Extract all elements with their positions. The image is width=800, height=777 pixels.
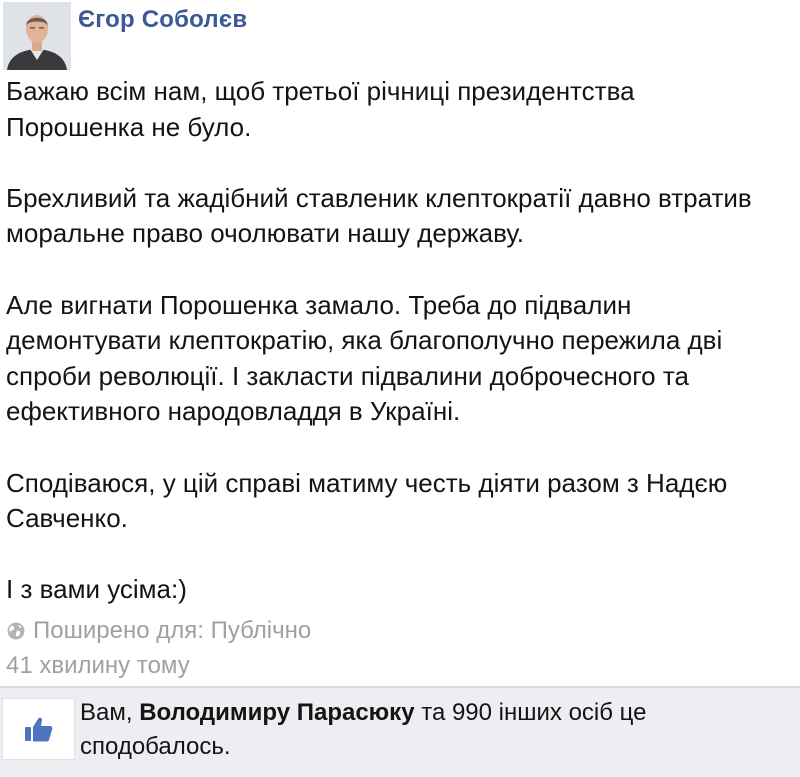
post-timestamp[interactable]: 41 хвилину тому xyxy=(6,649,796,683)
likes-line: Вам, Володимиру Парасюку та 990 інших ос… xyxy=(80,696,780,730)
text-line: моральне право очолювати нашу державу. xyxy=(6,218,524,249)
text-line: Але вигнати Порошенка замало. Треба до п… xyxy=(6,289,632,320)
text-line: І з вами усіма:) xyxy=(6,574,187,605)
likes-prefix: Вам, xyxy=(80,699,140,726)
text-line: Сподіваюся, у цій справі матиму честь ді… xyxy=(6,467,728,498)
privacy-setting[interactable]: Поширено для: Публічно xyxy=(6,614,796,648)
likes-bar: Вам, Володимиру Парасюку та 990 інших ос… xyxy=(0,688,800,777)
post-paragraph: І з вами усіма:) xyxy=(6,572,798,608)
likes-suffix: та 990 інших осіб це xyxy=(414,699,647,726)
avatar-portrait xyxy=(3,2,71,70)
text-line: демонтувати клептократію, яка благополуч… xyxy=(6,325,723,356)
likes-summary[interactable]: Вам, Володимиру Парасюку та 990 інших ос… xyxy=(80,696,780,764)
author-avatar[interactable] xyxy=(3,2,71,70)
facebook-post: Єгор Соболєв Бажаю всім нам, щоб третьої… xyxy=(0,0,800,777)
author-name[interactable]: Єгор Соболєв xyxy=(78,6,247,34)
thumbs-up-icon xyxy=(25,717,53,742)
post-paragraph: Бажаю всім нам, щоб третьої річниці през… xyxy=(6,74,798,145)
post-paragraph: Брехливий та жадібний ставленик клептокр… xyxy=(6,181,798,252)
post-paragraph: Сподіваюся, у цій справі матиму честь ді… xyxy=(6,466,798,537)
like-button[interactable] xyxy=(2,698,75,760)
globe-icon xyxy=(7,622,25,640)
text-line: Порошенка не було. xyxy=(6,111,252,142)
privacy-label: Поширено для: Публічно xyxy=(33,617,312,644)
text-line: Брехливий та жадібний ставленик клептокр… xyxy=(6,182,752,213)
text-line: ефективного народовладдя в Україні. xyxy=(6,396,461,427)
likes-line: сподобалось. xyxy=(80,733,231,760)
post-meta: Поширено для: Публічно 41 хвилину тому xyxy=(6,614,796,683)
post-header: Єгор Соболєв xyxy=(0,0,800,74)
post-body: Бажаю всім нам, щоб третьої річниці през… xyxy=(6,74,798,608)
text-line: спроби революції. І закласти підвалини д… xyxy=(6,360,689,391)
text-line: Савченко. xyxy=(6,503,128,534)
liker-name[interactable]: Володимиру Парасюку xyxy=(139,699,414,726)
post-paragraph: Але вигнати Порошенка замало. Треба до п… xyxy=(6,288,798,430)
text-line: Бажаю всім нам, щоб третьої річниці през… xyxy=(6,76,635,106)
